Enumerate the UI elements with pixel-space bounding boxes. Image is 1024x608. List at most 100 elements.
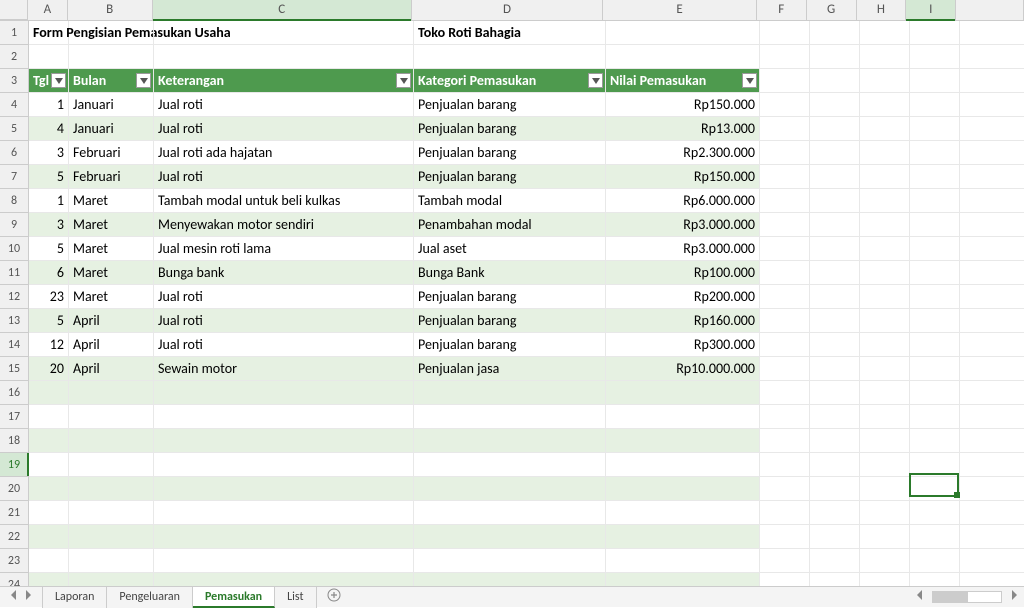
cell[interactable]: [860, 237, 910, 261]
cell[interactable]: [860, 477, 910, 501]
col-header-E[interactable]: E: [603, 0, 757, 20]
cell[interactable]: [606, 381, 760, 405]
cell[interactable]: [960, 525, 1024, 549]
cell[interactable]: Jual roti: [154, 309, 414, 333]
cell[interactable]: [860, 549, 910, 573]
row-header-14[interactable]: 14: [0, 333, 28, 357]
cell[interactable]: [810, 453, 860, 477]
cell[interactable]: [960, 141, 1024, 165]
cell[interactable]: [154, 45, 414, 69]
cell[interactable]: Rp13.000: [606, 117, 760, 141]
cell[interactable]: 3: [29, 141, 69, 165]
cell[interactable]: Februari: [69, 141, 154, 165]
cell[interactable]: [910, 117, 960, 141]
row-header-12[interactable]: 12: [0, 285, 28, 309]
scroll-right-icon[interactable]: [1010, 590, 1018, 604]
cell[interactable]: [606, 501, 760, 525]
row-header-8[interactable]: 8: [0, 189, 28, 213]
cell[interactable]: [910, 93, 960, 117]
cell[interactable]: [860, 285, 910, 309]
col-header-G[interactable]: G: [807, 0, 857, 20]
cell[interactable]: [860, 573, 910, 586]
cell[interactable]: [910, 309, 960, 333]
cell[interactable]: [910, 333, 960, 357]
cell[interactable]: [910, 165, 960, 189]
cell[interactable]: Bunga Bank: [414, 261, 606, 285]
cell[interactable]: Penjualan barang: [414, 333, 606, 357]
cell[interactable]: Penambahan modal: [414, 213, 606, 237]
cell[interactable]: [69, 549, 154, 573]
cell[interactable]: [29, 429, 69, 453]
cell[interactable]: [810, 69, 860, 93]
cell[interactable]: [69, 573, 154, 586]
cell[interactable]: [606, 429, 760, 453]
cell[interactable]: [810, 477, 860, 501]
row-header-20[interactable]: 20: [0, 477, 28, 501]
cell[interactable]: [760, 357, 810, 381]
cell[interactable]: [760, 573, 810, 586]
cell[interactable]: 23: [29, 285, 69, 309]
cell[interactable]: Toko Roti Bahagia: [414, 21, 606, 45]
cell[interactable]: [860, 309, 910, 333]
cell[interactable]: Jual roti: [154, 117, 414, 141]
cell[interactable]: Penjualan barang: [414, 117, 606, 141]
cell[interactable]: [860, 525, 910, 549]
cell[interactable]: [606, 45, 760, 69]
sheet-tab-list[interactable]: List: [275, 587, 316, 608]
cell[interactable]: [414, 477, 606, 501]
row-header-13[interactable]: 13: [0, 309, 28, 333]
cell[interactable]: [760, 333, 810, 357]
cell[interactable]: [760, 453, 810, 477]
cell[interactable]: [760, 69, 810, 93]
cell[interactable]: [810, 261, 860, 285]
sheet-tab-pemasukan[interactable]: Pemasukan: [193, 587, 275, 608]
cell[interactable]: [69, 381, 154, 405]
cell[interactable]: [960, 165, 1024, 189]
cell[interactable]: Rp150.000: [606, 165, 760, 189]
cell[interactable]: [960, 333, 1024, 357]
filter-dropdown-icon[interactable]: [742, 73, 757, 88]
cell[interactable]: Penjualan jasa: [414, 357, 606, 381]
cell[interactable]: [414, 405, 606, 429]
cell[interactable]: [810, 189, 860, 213]
cell[interactable]: [69, 453, 154, 477]
cell[interactable]: Rp100.000: [606, 261, 760, 285]
cell[interactable]: [960, 405, 1024, 429]
cell[interactable]: [29, 525, 69, 549]
cell[interactable]: [810, 525, 860, 549]
cell[interactable]: [910, 45, 960, 69]
cell[interactable]: [810, 237, 860, 261]
cell[interactable]: [760, 45, 810, 69]
cell[interactable]: [760, 141, 810, 165]
cell[interactable]: [960, 189, 1024, 213]
cell[interactable]: [810, 93, 860, 117]
cell[interactable]: Menyewakan motor sendiri: [154, 213, 414, 237]
cell[interactable]: [606, 549, 760, 573]
cell[interactable]: [760, 501, 810, 525]
cell[interactable]: [69, 477, 154, 501]
table-header[interactable]: Tgl: [29, 69, 69, 93]
table-header[interactable]: Keterangan: [154, 69, 414, 93]
col-header-extra[interactable]: [956, 0, 1024, 20]
cell[interactable]: [960, 357, 1024, 381]
cell[interactable]: [910, 381, 960, 405]
cell[interactable]: [29, 549, 69, 573]
cell[interactable]: [810, 405, 860, 429]
row-header-9[interactable]: 9: [0, 213, 28, 237]
cell[interactable]: Rp3.000.000: [606, 237, 760, 261]
cell[interactable]: [29, 501, 69, 525]
row-header-10[interactable]: 10: [0, 237, 28, 261]
cell[interactable]: Februari: [69, 165, 154, 189]
cell[interactable]: [154, 573, 414, 586]
cell[interactable]: [69, 525, 154, 549]
cell[interactable]: [810, 333, 860, 357]
cell[interactable]: [960, 285, 1024, 309]
cell[interactable]: [760, 285, 810, 309]
col-header-F[interactable]: F: [757, 0, 807, 20]
cell[interactable]: [860, 213, 910, 237]
cell[interactable]: 20: [29, 357, 69, 381]
cell[interactable]: [860, 117, 910, 141]
cell[interactable]: Rp160.000: [606, 309, 760, 333]
filter-dropdown-icon[interactable]: [136, 73, 151, 88]
cell[interactable]: [760, 21, 810, 45]
